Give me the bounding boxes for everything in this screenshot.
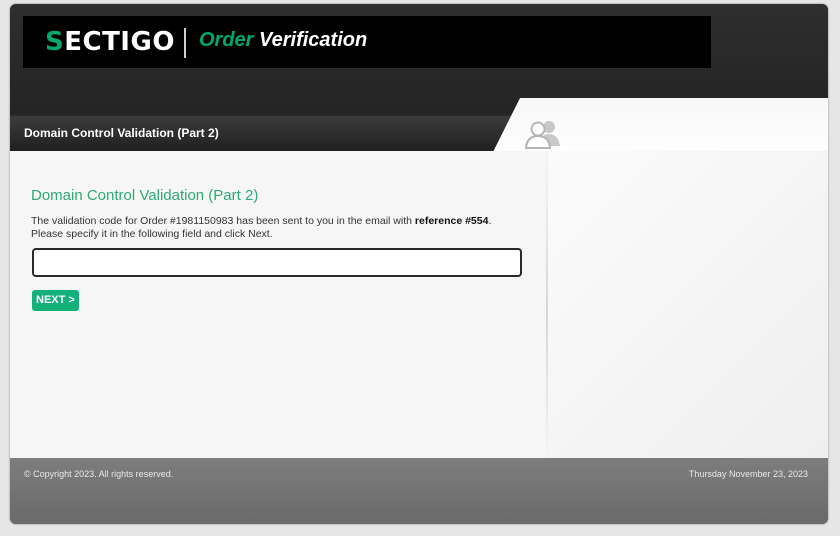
logo-bar: S ECTIGO Order Verification (23, 16, 711, 68)
logo-mark: S (45, 27, 65, 57)
form-panel: Domain Control Validation (Part 2) The v… (10, 151, 546, 458)
page-frame: S ECTIGO Order Verification Domain Contro… (10, 4, 828, 524)
product-name-accent: Order (199, 29, 254, 51)
sectigo-logo: S ECTIGO (45, 26, 175, 58)
logo-text: ECTIGO (64, 27, 175, 57)
instructions: The validation code for Order #198115098… (31, 215, 531, 241)
product-name: Order Verification (199, 29, 367, 52)
content-area: Domain Control Validation (Part 2) The v… (10, 151, 828, 458)
footer-date: Thursday November 23, 2023 (688, 469, 808, 479)
footer: © Copyright 2023. All rights reserved. T… (10, 458, 828, 524)
validation-code-input[interactable] (32, 248, 522, 277)
reference-number: reference #554 (414, 215, 489, 227)
header-band: S ECTIGO Order Verification (10, 4, 828, 114)
page-title: Domain Control Validation (Part 2) (24, 126, 219, 140)
next-button[interactable]: NEXT > (32, 290, 79, 311)
users-icon (524, 121, 560, 149)
instructions-suffix: . (488, 215, 492, 227)
instructions-line2: Please specify it in the following field… (31, 228, 273, 240)
copyright-text: © Copyright 2023. All rights reserved. (24, 469, 174, 479)
logo-divider (184, 28, 186, 58)
section-title: Domain Control Validation (Part 2) (31, 187, 259, 204)
side-panel (548, 151, 828, 458)
product-name-rest: Verification (253, 29, 368, 51)
instructions-text: The validation code for Order #198115098… (31, 215, 415, 227)
